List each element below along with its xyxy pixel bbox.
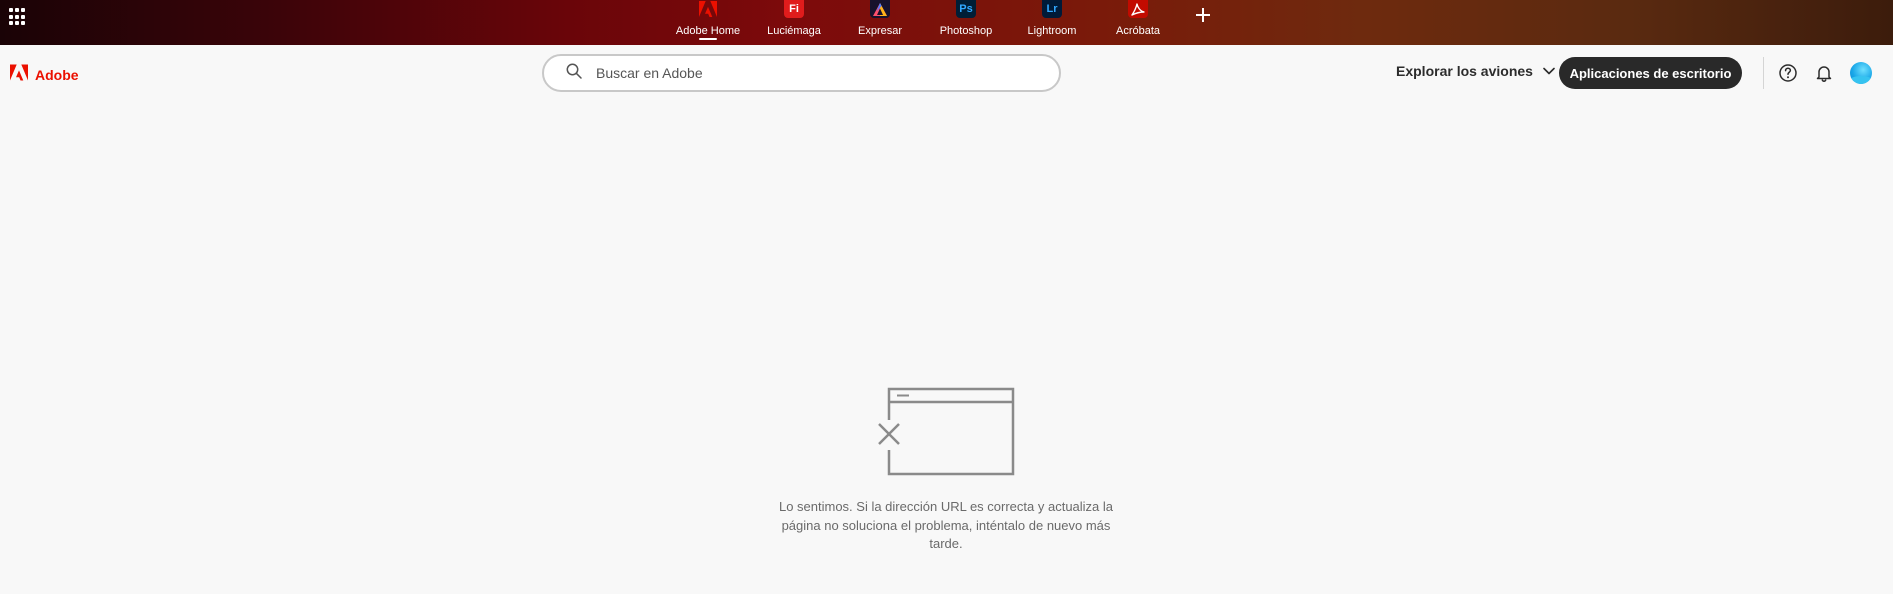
brand-name: Adobe xyxy=(35,67,79,83)
tab-acrobat[interactable]: Acróbata xyxy=(1098,0,1178,45)
tab-photoshop[interactable]: Ps Photoshop xyxy=(926,0,1006,45)
tab-express[interactable]: Expresar xyxy=(840,0,920,45)
lightroom-icon: Lr xyxy=(1042,0,1062,18)
adobe-logo-icon xyxy=(9,64,29,86)
tab-label: Photoshop xyxy=(939,25,993,37)
tab-firefly[interactable]: Fi Luciémaga xyxy=(754,0,834,45)
search-input[interactable] xyxy=(596,65,1036,81)
tab-label: Acróbata xyxy=(1115,25,1161,37)
express-icon xyxy=(870,0,890,18)
active-tab-indicator xyxy=(699,38,717,40)
app-switcher-bar: Adobe Home Fi Luciémaga Expresar Ps Phot… xyxy=(0,0,1893,45)
tab-label: Adobe Home xyxy=(675,25,741,37)
search-box[interactable] xyxy=(542,54,1061,92)
user-avatar[interactable] xyxy=(1850,62,1872,84)
bell-icon[interactable] xyxy=(1814,63,1834,83)
help-icon[interactable] xyxy=(1778,63,1798,83)
add-app-plus-icon[interactable] xyxy=(1196,8,1210,22)
tab-adobe-home[interactable]: Adobe Home xyxy=(668,0,748,45)
explore-dropdown[interactable]: Explorar los aviones xyxy=(1396,63,1555,79)
adobe-brand-link[interactable]: Adobe xyxy=(9,64,79,86)
browser-error-illustration xyxy=(874,387,1016,482)
error-message: Lo sentimos. Si la dirección URL es corr… xyxy=(778,499,1114,551)
app-grid-icon[interactable] xyxy=(9,8,27,26)
firefly-icon: Fi xyxy=(784,0,804,18)
desktop-apps-button[interactable]: Aplicaciones de escritorio xyxy=(1559,57,1742,89)
explore-label: Explorar los aviones xyxy=(1396,63,1533,79)
chevron-down-icon xyxy=(1543,67,1555,75)
acrobat-icon xyxy=(1128,0,1148,18)
header-divider xyxy=(1763,57,1764,89)
tab-label: Luciémaga xyxy=(767,25,821,37)
photoshop-icon: Ps xyxy=(956,0,976,18)
adobe-logo-icon xyxy=(698,0,718,18)
site-header: Adobe Explorar los aviones Aplicaciones … xyxy=(0,45,1893,103)
tab-label: Expresar xyxy=(857,25,903,37)
tab-lightroom[interactable]: Lr Lightroom xyxy=(1012,0,1092,45)
search-icon xyxy=(566,63,582,84)
tab-label: Lightroom xyxy=(1027,25,1077,37)
